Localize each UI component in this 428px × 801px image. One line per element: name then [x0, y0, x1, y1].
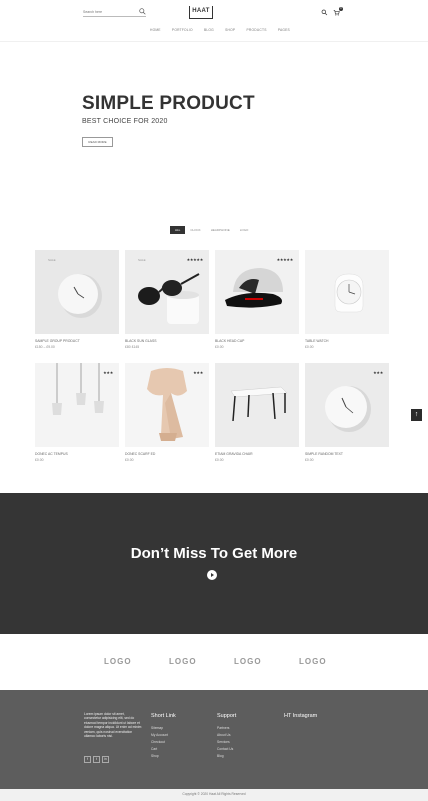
search-icon[interactable]	[321, 9, 328, 16]
rating-stars: ★★★	[373, 370, 383, 375]
nav-item-portfolio[interactable]: PORTFOLIO	[172, 28, 193, 34]
nav-item-shop[interactable]: SHOP	[225, 28, 235, 34]
product-image[interactable]: ★★★	[35, 363, 119, 447]
footer-link[interactable]: Checkout	[151, 740, 165, 744]
product-price: £0.00	[125, 458, 134, 462]
filter-tab-clock[interactable]: CLOCK	[185, 226, 205, 234]
rating-stars: ★★★	[193, 370, 203, 375]
brand-logo: LOGO	[169, 657, 197, 666]
brand-logo: LOGO	[104, 657, 132, 666]
nav-item-blog[interactable]: BLOG	[204, 28, 214, 34]
product-image[interactable]: ★★★★★	[215, 250, 299, 334]
product-name[interactable]: BLACK SUN GLASS	[125, 339, 156, 343]
sale-badge: SALE	[138, 258, 146, 262]
product-name[interactable]: DONEC SCARF ED	[125, 452, 155, 456]
footer-link[interactable]: My Account	[151, 733, 168, 737]
copyright-bar: Copyright © 2020 Haat All Rights Reserve…	[0, 789, 428, 801]
product-name[interactable]: SAMPLE GROUP PRODUCT	[35, 339, 80, 343]
product-card[interactable]: SALE SAMPLE GROUP PRODUCT £150 – £9.00	[35, 250, 119, 352]
product-name[interactable]: TABLE WATCH	[305, 339, 328, 343]
short-link-title: Short Link	[151, 713, 176, 719]
product-price: £0.00	[305, 458, 314, 462]
instagram-title: HT Instagram	[284, 713, 318, 719]
footer-link[interactable]: Contact Us	[217, 747, 233, 751]
linkedin-icon[interactable]: in	[102, 756, 109, 763]
promo-banner: Don’t Miss To Get More	[0, 493, 428, 634]
chair-image	[230, 386, 288, 422]
scroll-to-top-button[interactable]: ↑	[411, 409, 422, 421]
search-input[interactable]	[83, 8, 137, 16]
site-footer: Lorem ipsum dolor sit amet, consectetur …	[0, 690, 428, 789]
site-logo-text: HAAT	[192, 8, 210, 14]
sunglasses-image	[138, 273, 200, 324]
pendant-lamp-image	[52, 363, 104, 415]
product-price: £0.00	[35, 458, 44, 462]
table-clock-image	[334, 273, 364, 313]
footer-link[interactable]: Shop	[151, 754, 159, 758]
filter-tab-headphone[interactable]: HEADPHONE	[206, 226, 235, 234]
brand-logo: LOGO	[234, 657, 262, 666]
product-card[interactable]: TABLE WATCH £0.00	[305, 250, 389, 352]
footer-link[interactable]: Partners	[217, 726, 229, 730]
product-price: £0.00	[215, 458, 224, 462]
product-name[interactable]: BLACK HEAD CAP	[215, 339, 244, 343]
play-icon[interactable]	[207, 570, 217, 580]
product-image[interactable]: SALE ★★★★★	[125, 250, 209, 334]
search-icon[interactable]	[139, 8, 146, 15]
product-name[interactable]: DONEC AC TEMPUS	[35, 452, 68, 456]
product-price: £0.00	[215, 345, 224, 349]
sale-badge: SALE	[48, 258, 56, 262]
product-image[interactable]	[305, 250, 389, 334]
filter-tab-logo[interactable]: LOGO	[235, 226, 254, 234]
product-card[interactable]: ★★★★★ BLACK HEAD CAP £0.00	[215, 250, 299, 352]
site-logo[interactable]: HAAT	[189, 6, 213, 19]
cart-count-badge: 0	[339, 7, 343, 11]
footer-link[interactable]: Services	[217, 740, 230, 744]
nav-item-pages[interactable]: PAGES	[278, 28, 290, 34]
footer-link[interactable]: Sitemap	[151, 726, 163, 730]
product-image[interactable]: ★★★	[125, 363, 209, 447]
cap-image	[225, 268, 283, 308]
footer-about-text: Lorem ipsum dolor sit amet, consectetur …	[84, 712, 142, 739]
nav-item-home[interactable]: HOME	[150, 28, 161, 34]
product-name[interactable]: SIMPLE RANDOM TEXT	[305, 452, 343, 456]
product-filter-tabs: ALL CLOCK HEADPHONE LOGO	[170, 226, 253, 234]
product-image[interactable]: SALE	[35, 250, 119, 334]
product-card[interactable]: SALE ★★★★★ BLACK SUN GLASS £80 £145	[125, 250, 209, 352]
product-price: £0.00	[305, 345, 314, 349]
scarf-image	[147, 368, 187, 441]
footer-link[interactable]: About Us	[217, 733, 231, 737]
brand-logo: LOGO	[299, 657, 327, 666]
rating-stars: ★★★★★	[276, 257, 294, 262]
rating-stars: ★★★	[103, 370, 113, 375]
product-price: £150 – £9.00	[35, 345, 55, 349]
search-box	[83, 8, 146, 17]
filter-tab-all[interactable]: ALL	[170, 226, 186, 234]
twitter-icon[interactable]: t	[93, 756, 100, 763]
banner-title: Don’t Miss To Get More	[130, 545, 298, 562]
copyright-text: Copyright © 2020 Haat All Rights Reserve…	[182, 792, 246, 796]
product-card[interactable]: ETIAM GRAVIDA CHAIR £0.00	[215, 363, 299, 465]
wall-clock-image	[325, 386, 371, 432]
product-card[interactable]: ★★★ DONEC AC TEMPUS £0.00	[35, 363, 119, 465]
read-more-button[interactable]: READ MORE	[82, 137, 113, 147]
main-nav: HOME PORTFOLIO BLOG SHOP PRODUCTS PAGES	[150, 28, 290, 34]
product-price: £80 £145	[125, 345, 140, 349]
support-title: Support	[217, 713, 237, 719]
footer-link[interactable]: Cart	[151, 747, 157, 751]
facebook-icon[interactable]: f	[84, 756, 91, 763]
footer-link[interactable]: Blog	[217, 754, 224, 758]
product-image[interactable]	[215, 363, 299, 447]
product-image[interactable]: ★★★	[305, 363, 389, 447]
product-name[interactable]: ETIAM GRAVIDA CHAIR	[215, 452, 253, 456]
product-card[interactable]: ★★★ SIMPLE RANDOM TEXT £0.00	[305, 363, 389, 465]
nav-item-products[interactable]: PRODUCTS	[247, 28, 267, 34]
wall-clock-image	[58, 274, 102, 318]
hero-subtitle: BEST CHOICE FOR 2020	[82, 118, 168, 125]
hero-title: SIMPLE PRODUCT	[82, 93, 255, 114]
site-header: HAAT 0 HOME PORTFOLIO BLOG SHOP PRODUCTS…	[0, 0, 428, 42]
rating-stars: ★★★★★	[186, 257, 204, 262]
product-card[interactable]: ★★★ DONEC SCARF ED £0.00	[125, 363, 209, 465]
